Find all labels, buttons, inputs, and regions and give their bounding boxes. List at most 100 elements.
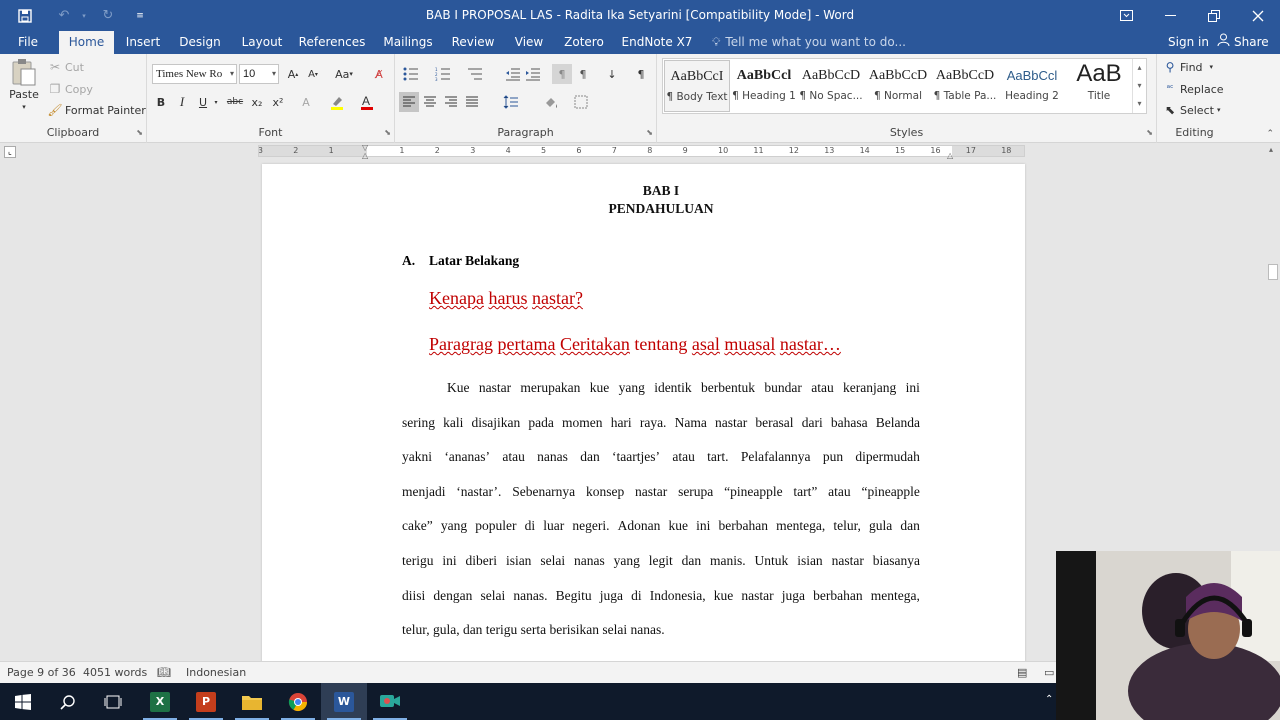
change-case-button[interactable]: Aa ▾ bbox=[330, 64, 358, 84]
align-center-icon[interactable] bbox=[420, 92, 440, 112]
word-icon[interactable]: W bbox=[321, 683, 367, 720]
share-button[interactable]: Share bbox=[1217, 31, 1269, 54]
start-icon[interactable] bbox=[0, 683, 46, 720]
style-body-text[interactable]: AaBbCcI ¶ Body Text bbox=[664, 60, 730, 112]
tab-insert[interactable]: Insert bbox=[120, 31, 166, 54]
page-count[interactable]: Page 9 of 36 bbox=[7, 666, 76, 679]
page[interactable] bbox=[262, 164, 1025, 661]
select-button[interactable]: ⬉ Select ▾ bbox=[1163, 103, 1220, 117]
shrink-font-icon[interactable]: A ▾ bbox=[303, 64, 323, 84]
style-table-paragraph[interactable]: AaBbCcD ¶ Table Pa... bbox=[932, 60, 998, 112]
styles-down-icon[interactable]: ▾ bbox=[1133, 77, 1146, 95]
tab-selector-icon[interactable]: ⌞ bbox=[4, 146, 16, 158]
font-name-combo[interactable]: Times New Ro ▾ bbox=[152, 64, 237, 84]
line-spacing-icon[interactable] bbox=[501, 92, 521, 112]
language[interactable]: Indonesian bbox=[186, 666, 246, 679]
scroll-up-icon[interactable]: ▴ bbox=[1269, 145, 1273, 154]
numbering-icon[interactable]: 123 bbox=[433, 64, 453, 84]
shading-icon[interactable] bbox=[541, 92, 561, 112]
excel-icon[interactable]: X bbox=[137, 683, 183, 720]
decrease-indent-icon[interactable] bbox=[503, 64, 523, 84]
underline-button[interactable]: U bbox=[193, 92, 213, 112]
grow-font-icon[interactable]: A ▴ bbox=[283, 64, 303, 84]
increase-indent-icon[interactable] bbox=[523, 64, 543, 84]
right-indent-marker[interactable]: △ bbox=[947, 151, 953, 160]
tell-me-box[interactable]: 💡︎ Tell me what you want to do... bbox=[712, 31, 906, 54]
show-formatting-icon[interactable]: ¶ bbox=[631, 64, 651, 84]
superscript-button[interactable]: x² bbox=[268, 92, 288, 112]
screen-recorder-icon[interactable] bbox=[367, 683, 413, 720]
bold-button[interactable]: B bbox=[151, 92, 171, 112]
word: Sebenarnya bbox=[512, 483, 576, 499]
scroll-thumb[interactable] bbox=[1268, 264, 1278, 280]
powerpoint-icon[interactable]: P bbox=[183, 683, 229, 720]
styles-launcher-icon[interactable]: ⬊ bbox=[1146, 128, 1153, 137]
minimize-icon[interactable] bbox=[1148, 0, 1192, 31]
chrome-icon[interactable] bbox=[275, 683, 321, 720]
clipboard-launcher-icon[interactable]: ⬊ bbox=[136, 128, 143, 137]
style-name: ¶ Heading 1 bbox=[732, 90, 796, 102]
tab-references[interactable]: References bbox=[297, 31, 367, 54]
font-size-combo[interactable]: 10 ▾ bbox=[239, 64, 279, 84]
tab-design[interactable]: Design bbox=[174, 31, 226, 54]
format-painter-button[interactable]: 🖌︎ Format Painter bbox=[47, 103, 145, 117]
tray-expand-icon[interactable]: ⌃ bbox=[1045, 694, 1053, 705]
tab-home[interactable]: Home bbox=[59, 31, 114, 54]
highlight-icon[interactable] bbox=[327, 92, 347, 112]
tab-file[interactable]: File bbox=[8, 31, 48, 54]
paragraph-launcher-icon[interactable]: ⬊ bbox=[646, 128, 653, 137]
copy-button[interactable]: ❐ Copy bbox=[48, 82, 93, 96]
tab-mailings[interactable]: Mailings bbox=[377, 31, 439, 54]
clear-formatting-icon[interactable]: A̸ bbox=[369, 64, 389, 84]
styles-more-icon[interactable]: ▾ bbox=[1133, 95, 1146, 113]
hanging-indent-marker[interactable]: △ bbox=[362, 151, 368, 160]
tab-review[interactable]: Review bbox=[447, 31, 499, 54]
styles-scroll[interactable]: ▴ ▾ ▾ bbox=[1132, 59, 1146, 113]
underline-dropdown-icon[interactable]: ▾ bbox=[211, 92, 221, 112]
bullets-icon[interactable] bbox=[401, 64, 421, 84]
restore-icon[interactable] bbox=[1192, 0, 1236, 31]
style-normal[interactable]: AaBbCcD ¶ Normal bbox=[865, 60, 931, 112]
style-title[interactable]: AaB Title bbox=[1066, 60, 1132, 112]
sort-icon[interactable]: ↓ bbox=[602, 64, 622, 84]
collapse-ribbon-icon[interactable]: ⌃ bbox=[1266, 129, 1274, 139]
section-heading: A. Latar Belakang bbox=[402, 253, 519, 269]
ribbon-display-icon[interactable] bbox=[1104, 0, 1148, 31]
text-effects-icon[interactable]: A bbox=[296, 92, 316, 112]
find-button[interactable]: ⚲ Find ▾ bbox=[1163, 60, 1213, 74]
rtl-icon[interactable]: ¶ bbox=[552, 64, 572, 84]
proofing-icon[interactable]: 📖︎ bbox=[157, 666, 171, 679]
align-right-icon[interactable] bbox=[441, 92, 461, 112]
font-color-icon[interactable]: A bbox=[357, 92, 377, 112]
styles-up-icon[interactable]: ▴ bbox=[1133, 59, 1146, 77]
tab-view[interactable]: View bbox=[508, 31, 550, 54]
strikethrough-button[interactable]: abc bbox=[224, 92, 246, 112]
style-heading-2[interactable]: AaBbCcl Heading 2 bbox=[999, 60, 1065, 112]
multilevel-list-icon[interactable] bbox=[465, 64, 485, 84]
paste-button[interactable]: Paste ▾ bbox=[8, 58, 40, 111]
close-icon[interactable] bbox=[1236, 0, 1280, 31]
cut-button[interactable]: ✂ Cut bbox=[48, 60, 84, 74]
style-heading-1[interactable]: AaBbCcl ¶ Heading 1 bbox=[731, 60, 797, 112]
subscript-button[interactable]: x₂ bbox=[247, 92, 267, 112]
search-icon[interactable] bbox=[45, 683, 91, 720]
justify-icon[interactable] bbox=[462, 92, 482, 112]
task-view-icon[interactable] bbox=[90, 683, 136, 720]
font-launcher-icon[interactable]: ⬊ bbox=[384, 128, 391, 137]
print-layout-icon[interactable]: ▭ bbox=[1044, 666, 1054, 679]
replace-button[interactable]: ᵃᶜ Replace bbox=[1163, 82, 1224, 96]
italic-button[interactable]: I bbox=[172, 92, 192, 112]
tab-layout[interactable]: Layout bbox=[235, 31, 289, 54]
ltr-icon[interactable]: ¶ bbox=[573, 64, 593, 84]
word-count[interactable]: 4051 words bbox=[83, 666, 147, 679]
tab-zotero[interactable]: Zotero bbox=[558, 31, 610, 54]
horizontal-ruler[interactable]: 3 2 1 1 2 3 4 5 6 7 8 9 10 11 12 13 14 15 16 17 18 bbox=[258, 145, 1025, 157]
tab-endnote[interactable]: EndNote X7 bbox=[620, 31, 694, 54]
file-explorer-icon[interactable] bbox=[229, 683, 275, 720]
borders-icon[interactable] bbox=[571, 92, 591, 112]
align-left-icon[interactable] bbox=[399, 92, 419, 112]
style-no-spacing[interactable]: AaBbCcD ¶ No Spac... bbox=[798, 60, 864, 112]
sign-in-link[interactable]: Sign in bbox=[1168, 31, 1209, 54]
word: juga bbox=[599, 587, 623, 603]
read-mode-icon[interactable]: ▤ bbox=[1017, 666, 1027, 679]
